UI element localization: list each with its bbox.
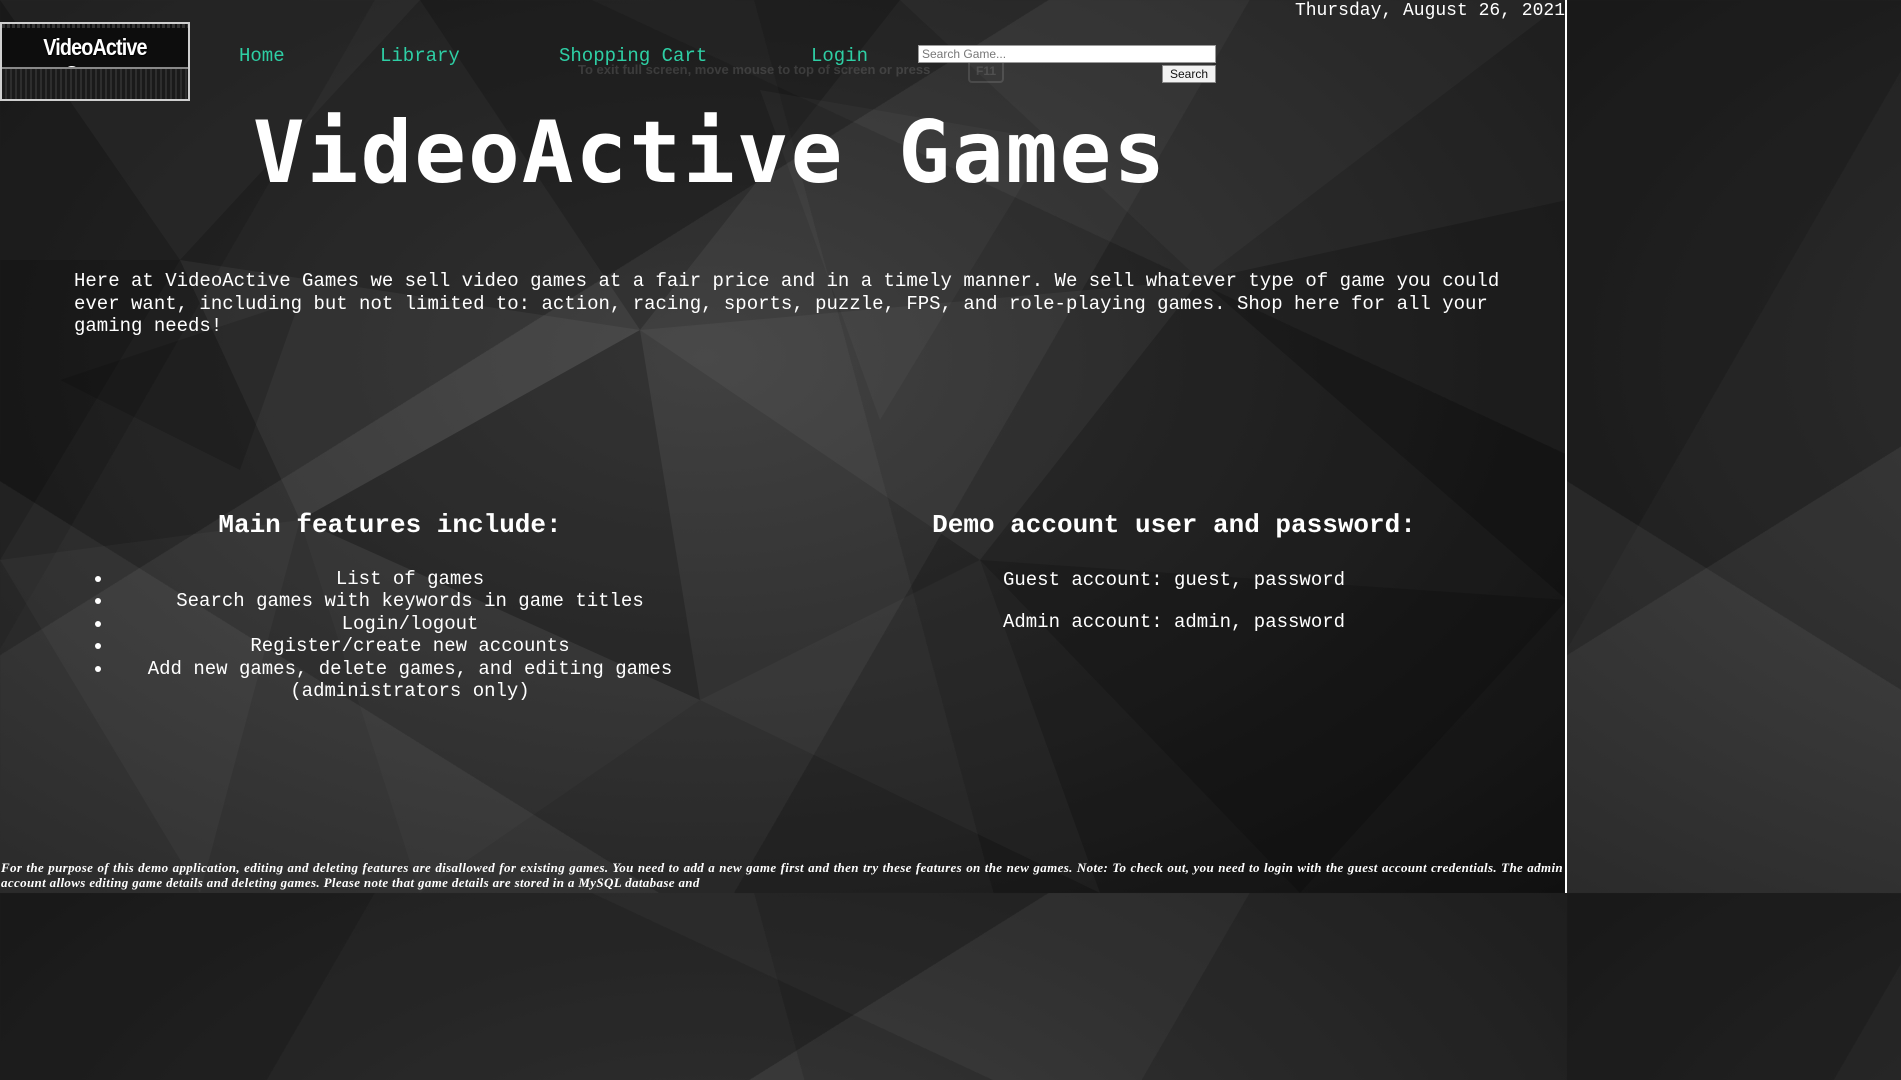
admin-account-credentials: Admin account: admin, password (1002, 611, 1346, 633)
feature-item: List of games (95, 568, 710, 590)
fullscreen-exit-hint: To exit full screen, move mouse to top o… (578, 62, 931, 77)
nav-library-link[interactable]: Library (380, 45, 460, 67)
features-list: List of games Search games with keywords… (95, 568, 710, 703)
logo-stripe-top (2, 24, 188, 28)
guest-account-credentials: Guest account: guest, password (1002, 569, 1346, 591)
footer-note: For the purpose of this demo application… (1, 860, 1563, 890)
site-logo[interactable]: VideoActive Games (0, 22, 190, 101)
feature-item: Add new games, delete games, and editing… (95, 658, 710, 703)
page-title: VideoActive Games (252, 103, 1168, 203)
search-button[interactable]: Search (1162, 65, 1216, 83)
nav-home-link[interactable]: Home (239, 45, 285, 67)
feature-item: Login/logout (95, 613, 710, 635)
features-heading: Main features include: (218, 510, 562, 540)
current-date: Thursday, August 26, 2021 (1294, 1, 1565, 21)
intro-paragraph: Here at VideoActive Games we sell video … (74, 270, 1500, 337)
window-right-edge (1565, 0, 1567, 893)
logo-stripe-bottom (2, 67, 188, 99)
feature-item: Register/create new accounts (95, 635, 710, 657)
feature-item: Search games with keywords in game title… (95, 590, 710, 612)
search-input[interactable] (918, 45, 1216, 63)
demo-heading: Demo account user and password: (932, 510, 1416, 540)
